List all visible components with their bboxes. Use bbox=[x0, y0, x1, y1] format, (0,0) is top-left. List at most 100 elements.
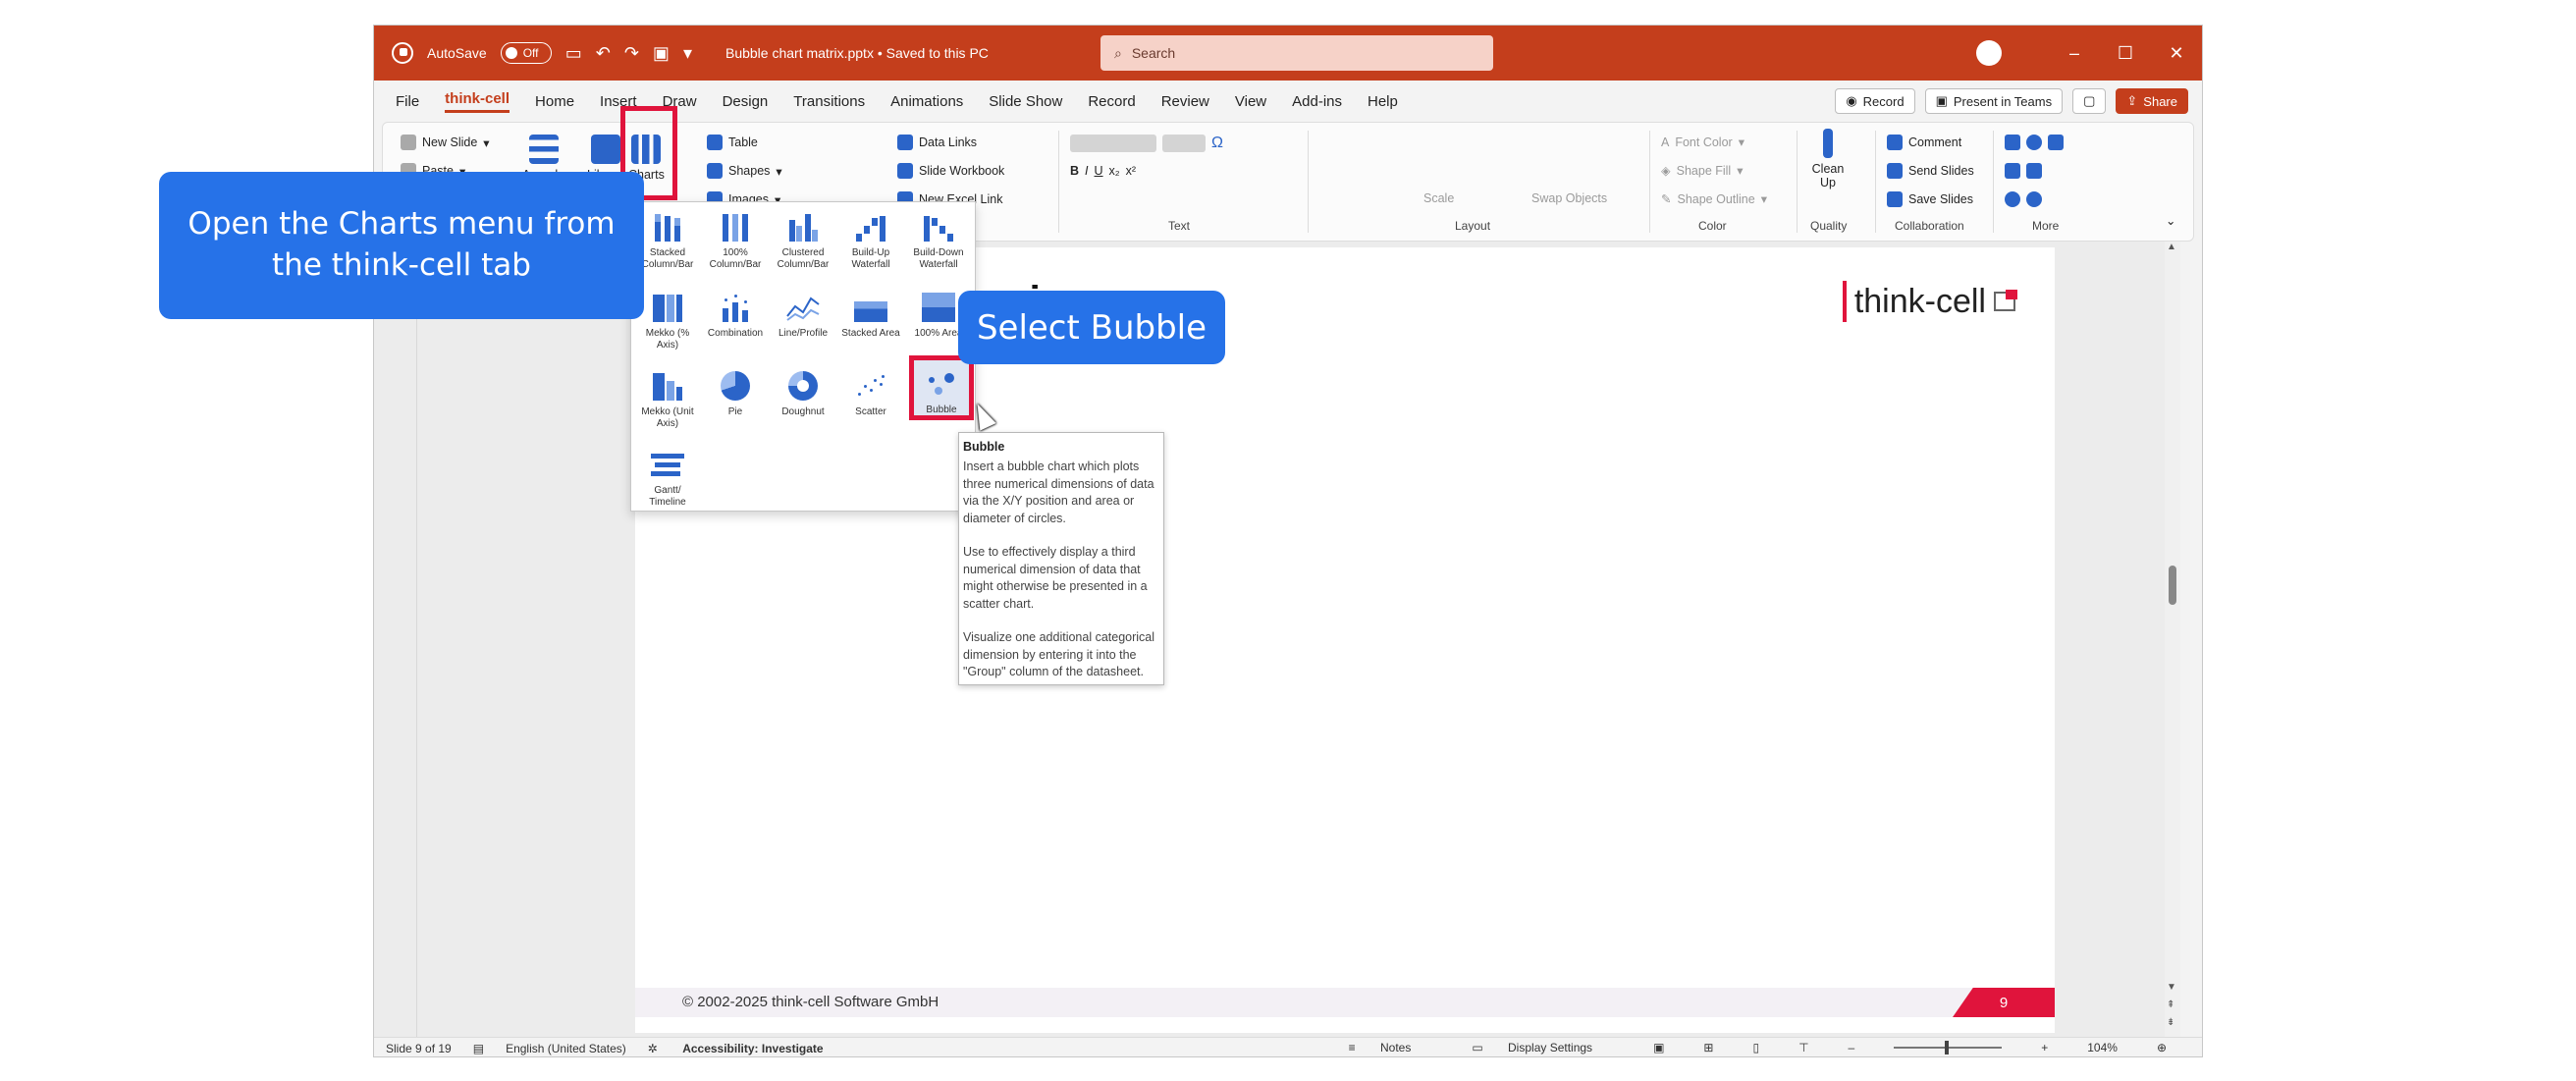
tab-transitions[interactable]: Transitions bbox=[793, 93, 865, 110]
font-selector[interactable]: Ω bbox=[1070, 135, 1223, 152]
new-slide-icon bbox=[401, 135, 416, 150]
display-icon: ▭ bbox=[1472, 1041, 1487, 1054]
comments-button[interactable]: ▢ bbox=[2072, 88, 2107, 114]
scale-button[interactable]: Scale bbox=[1423, 191, 1454, 205]
tooltip-paragraph-1: Insert a bubble chart which plots three … bbox=[963, 459, 1154, 525]
customize-toolbar-icon[interactable]: ▾ bbox=[683, 44, 692, 62]
tab-design[interactable]: Design bbox=[723, 93, 769, 110]
chart-option-scatter[interactable]: Scatter bbox=[838, 371, 903, 418]
text-format-buttons[interactable]: B I Ux₂ x² bbox=[1070, 164, 1136, 178]
clean-up-button[interactable]: Clean Up bbox=[1806, 129, 1850, 189]
swap-objects-button[interactable]: Swap Objects bbox=[1531, 191, 1607, 205]
undo-icon[interactable]: ↶ bbox=[596, 44, 611, 62]
notes-button[interactable]: ≡ Notes bbox=[1349, 1041, 1433, 1054]
present-in-teams-button[interactable]: ▣ Present in Teams bbox=[1924, 88, 2064, 114]
next-slide-icon[interactable]: ⇟ bbox=[2167, 1017, 2174, 1028]
chart-option-line[interactable]: Line/Profile bbox=[771, 293, 835, 340]
table-button[interactable]: Table bbox=[707, 135, 758, 150]
chart-option-stacked-area[interactable]: Stacked Area bbox=[838, 293, 903, 340]
present-icon[interactable]: ▣ bbox=[653, 44, 670, 62]
record-button[interactable]: ◉ Record bbox=[1835, 88, 1915, 114]
more-tools[interactable] bbox=[2005, 135, 2064, 150]
zoom-level[interactable]: 104% bbox=[2087, 1041, 2118, 1054]
tab-add-ins[interactable]: Add-ins bbox=[1292, 93, 1342, 110]
thumbnail-pane[interactable] bbox=[374, 242, 417, 1037]
tab-file[interactable]: File bbox=[396, 93, 419, 110]
tab-slide-show[interactable]: Slide Show bbox=[989, 93, 1062, 110]
record-icon: ◉ bbox=[1846, 93, 1857, 108]
font-color-button[interactable]: A Font Color ▾ bbox=[1661, 135, 1744, 150]
shape-outline-button[interactable]: ✎ Shape Outline ▾ bbox=[1661, 191, 1767, 207]
slideshow-view-icon[interactable]: ⊤ bbox=[1798, 1041, 1808, 1054]
fit-slide-icon[interactable]: ⊕ bbox=[2157, 1041, 2167, 1054]
more-tools-3[interactable] bbox=[2005, 191, 2042, 207]
reading-view-icon[interactable]: ▯ bbox=[1752, 1041, 1759, 1054]
tab-review[interactable]: Review bbox=[1161, 93, 1209, 110]
scroll-down-icon[interactable]: ▼ bbox=[2167, 982, 2176, 993]
close-icon[interactable]: ✕ bbox=[2151, 43, 2202, 64]
chart-option-stacked[interactable]: Stacked Column/Bar bbox=[635, 212, 700, 270]
chart-option-gantt[interactable]: Gantt/ Timeline bbox=[635, 450, 700, 508]
tab-record[interactable]: Record bbox=[1088, 93, 1135, 110]
accessibility-status[interactable]: ✲ Accessibility: Investigate bbox=[648, 1042, 824, 1055]
chart-option-doughnut[interactable]: Doughnut bbox=[771, 371, 835, 418]
tab-animations[interactable]: Animations bbox=[890, 93, 963, 110]
pie-chart-icon bbox=[721, 371, 750, 401]
share-button[interactable]: ⇪ Share bbox=[2116, 88, 2188, 114]
chart-option-build-down-waterfall[interactable]: Build-Down Waterfall bbox=[906, 212, 971, 270]
zoom-slider[interactable] bbox=[1894, 1041, 2003, 1054]
chart-option-mekko-unit[interactable]: Mekko (Unit Axis) bbox=[635, 371, 700, 429]
shape-fill-button[interactable]: ◈ Shape Fill ▾ bbox=[1661, 163, 1744, 179]
new-slide-button[interactable]: New Slide ▾ bbox=[401, 135, 490, 150]
chart-option-clustered[interactable]: Clustered Column/Bar bbox=[771, 212, 835, 270]
prev-slide-icon[interactable]: ⇞ bbox=[2167, 1000, 2174, 1010]
chart-option-100-column[interactable]: 100% Column/Bar bbox=[703, 212, 768, 270]
status-bar: Slide 9 of 19 ▤ English (United States) … bbox=[374, 1037, 2202, 1056]
comment-button[interactable]: Comment bbox=[1887, 135, 1961, 150]
save-icon[interactable]: ▭ bbox=[565, 44, 582, 62]
normal-view-icon[interactable]: ▣ bbox=[1653, 1041, 1664, 1054]
chart-option-build-up-waterfall[interactable]: Build-Up Waterfall bbox=[838, 212, 903, 270]
chart-option-combination[interactable]: Combination bbox=[703, 293, 768, 340]
zoom-in-icon[interactable]: + bbox=[2041, 1041, 2048, 1054]
tab-help[interactable]: Help bbox=[1368, 93, 1398, 110]
spellcheck-icon[interactable]: ▤ bbox=[473, 1042, 484, 1055]
tab-home[interactable]: Home bbox=[535, 93, 574, 110]
scroll-up-icon[interactable]: ▲ bbox=[2167, 242, 2176, 252]
tooltip-paragraph-3: Visualize one additional categorical dim… bbox=[963, 629, 1155, 679]
page-number: 9 bbox=[1953, 988, 2055, 1017]
vertical-scrollbar[interactable]: ▲ ▼ ⇞ ⇟ bbox=[2165, 242, 2180, 1037]
100-area-icon bbox=[922, 293, 955, 322]
agenda-icon bbox=[528, 135, 559, 164]
tab-view[interactable]: View bbox=[1235, 93, 1266, 110]
layout-group-label: Layout bbox=[1455, 219, 1491, 233]
document-title[interactable]: Bubble chart matrix.pptx • Saved to this… bbox=[725, 45, 989, 61]
video-icon bbox=[2005, 135, 2020, 150]
avatar[interactable] bbox=[1976, 40, 2002, 66]
slide-sorter-icon[interactable]: ⊞ bbox=[1703, 1041, 1713, 1054]
autosave-toggle[interactable]: Off bbox=[500, 42, 552, 64]
zoom-out-icon[interactable]: – bbox=[1849, 1041, 1855, 1054]
display-settings-button[interactable]: ▭ Display Settings bbox=[1472, 1041, 1614, 1054]
slide-workbook-button[interactable]: Slide Workbook bbox=[897, 163, 1004, 179]
more-tools-2[interactable] bbox=[2005, 163, 2042, 179]
collaboration-group-label: Collaboration bbox=[1895, 219, 1964, 233]
send-slides-button[interactable]: Send Slides bbox=[1887, 163, 1974, 179]
save-slides-button[interactable]: Save Slides bbox=[1887, 191, 1973, 207]
tab-think-cell[interactable]: think-cell bbox=[445, 90, 510, 113]
scroll-thumb[interactable] bbox=[2169, 566, 2176, 605]
language-indicator[interactable]: English (United States) bbox=[506, 1042, 626, 1055]
instruction-callout-step-1: Open the Charts menu from the think-cell… bbox=[159, 172, 644, 319]
chart-option-pie[interactable]: Pie bbox=[703, 371, 768, 418]
data-links-button[interactable]: Data Links bbox=[897, 135, 977, 150]
minimize-icon[interactable]: – bbox=[2049, 43, 2100, 64]
font-box bbox=[1070, 135, 1156, 152]
collapse-ribbon-icon[interactable]: ⌄ bbox=[2166, 213, 2175, 228]
bubble-tooltip: Bubble Insert a bubble chart which plots… bbox=[958, 432, 1164, 685]
redo-icon[interactable]: ↷ bbox=[624, 44, 639, 62]
chart-option-mekko-percent[interactable]: Mekko (% Axis) bbox=[635, 293, 700, 351]
maximize-icon[interactable]: ☐ bbox=[2100, 43, 2151, 64]
shapes-button[interactable]: Shapes ▾ bbox=[707, 163, 782, 179]
clustered-chart-icon bbox=[786, 212, 820, 242]
search-input[interactable]: ⌕ Search bbox=[1100, 35, 1493, 71]
